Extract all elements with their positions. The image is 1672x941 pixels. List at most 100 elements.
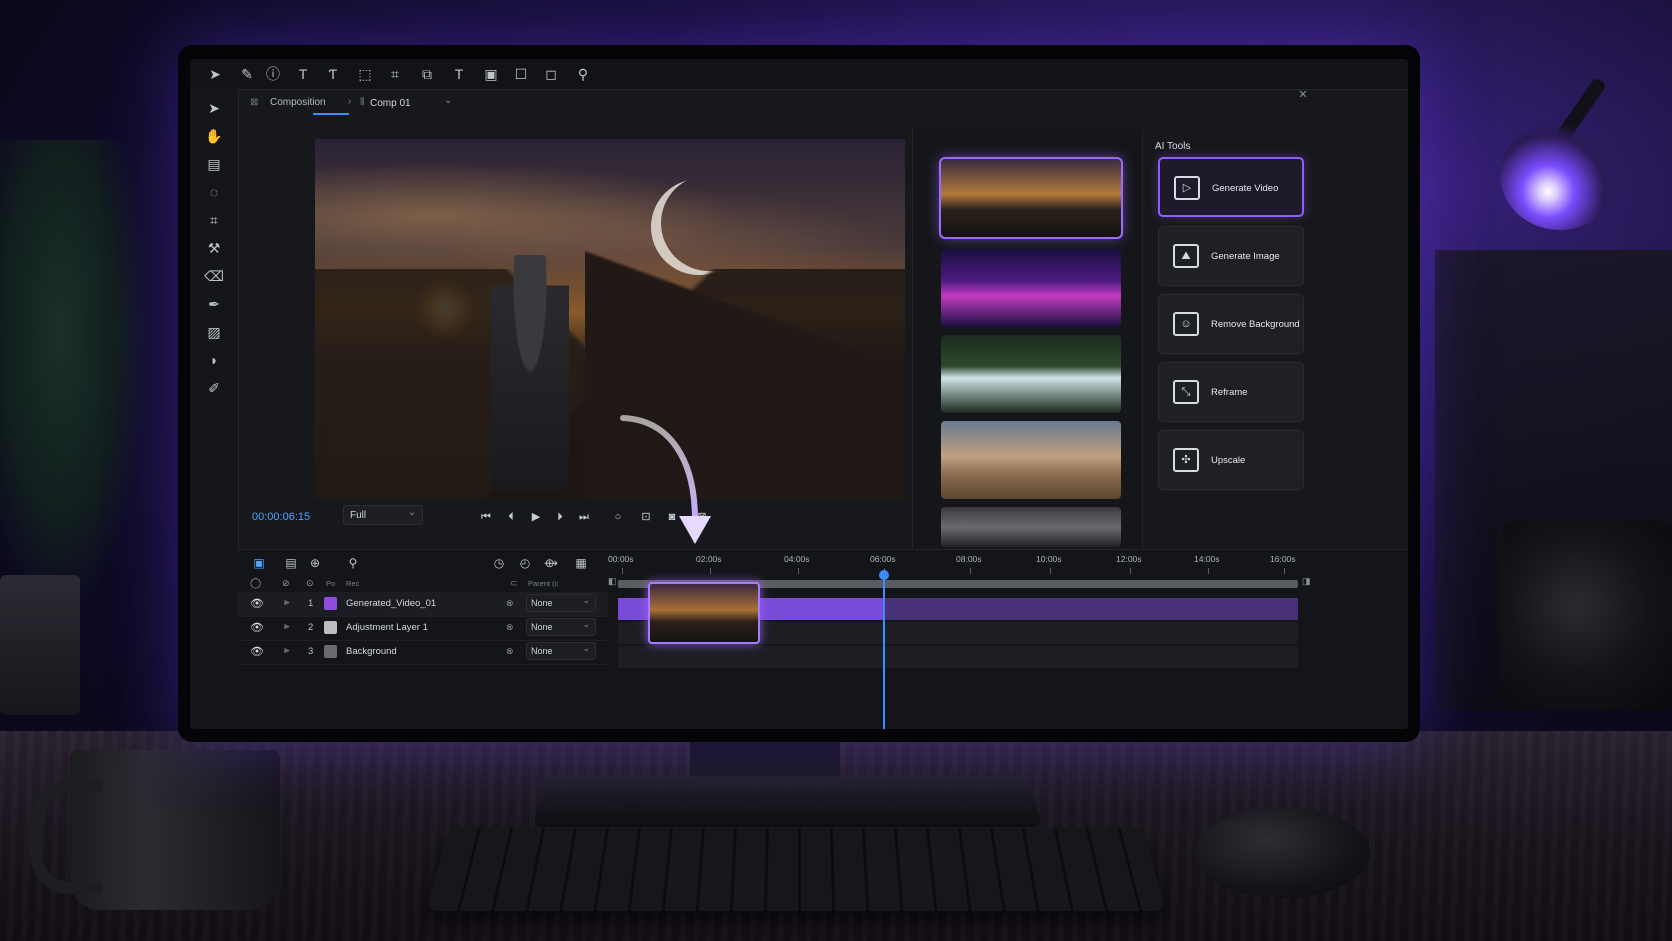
expand-icon[interactable]: ⪢ [284, 621, 289, 632]
play-icon[interactable]: ▶ [528, 509, 544, 525]
text-path-icon[interactable]: Ƭ [324, 65, 342, 83]
pick-whip-icon[interactable]: ⊗ [506, 646, 514, 657]
timecode[interactable]: 00:00:06:15 [252, 511, 310, 523]
hand-icon[interactable]: ✋ [205, 127, 223, 145]
crop-tool-icon[interactable]: ⌗ [205, 211, 223, 229]
generate-image-button[interactable]: ⛰ Generate Image [1158, 226, 1304, 286]
media-thumbnails [912, 129, 1143, 549]
stopwatch-icon[interactable]: ◷ [490, 554, 508, 572]
label-header-icon: ⊙ [306, 578, 314, 588]
quality-select[interactable]: Full [343, 503, 423, 525]
video-play-icon: ▷ [1174, 176, 1200, 200]
transform-icon[interactable]: ⧉ [418, 65, 436, 83]
skip-start-icon[interactable]: ⏮ [478, 509, 494, 525]
parent-select[interactable]: None [526, 640, 596, 660]
preview-viewer[interactable] [315, 139, 905, 499]
layer-name[interactable]: Adjustment Layer 1 [346, 622, 428, 633]
work-area-end-icon[interactable]: ◨ [1302, 576, 1311, 587]
timeline-tracks[interactable]: ◧ ◨ [608, 570, 1408, 729]
pen-icon[interactable]: ✎ [238, 65, 256, 83]
reframe-icon: ⤡ [1173, 380, 1199, 404]
render-queue-icon[interactable]: ▤ [282, 554, 300, 572]
generate-video-button[interactable]: ▷ Generate Video [1158, 157, 1304, 217]
ruler-tick: 12:00s [1116, 554, 1142, 574]
edit-box-icon[interactable]: ☐ [512, 65, 530, 83]
visibility-header-icon: ◯ [250, 578, 262, 589]
expand-icon[interactable]: ⪢ [284, 597, 289, 608]
pointer-icon[interactable]: ➤ [205, 99, 223, 117]
thumbnail-mountains[interactable] [941, 507, 1121, 547]
breadcrumb: ⊠ Composition › ⦀ Comp 01 ⌄ [238, 91, 1123, 115]
plant-pot [0, 575, 80, 715]
reframe-button[interactable]: ⤡ Reframe [1158, 362, 1304, 422]
calendar-icon[interactable]: ▦ [572, 554, 590, 572]
eye-icon[interactable]: 👁 [250, 621, 264, 634]
comp-settings-icon[interactable]: ▣ [250, 554, 268, 572]
zoom-in-icon[interactable]: ⊕ [306, 554, 324, 572]
info-circle-icon[interactable]: ⓘ [264, 65, 282, 83]
text-icon[interactable]: T [294, 65, 312, 83]
layer-swatch [324, 597, 337, 610]
shape-tool-icon[interactable]: ◗ [205, 351, 223, 369]
pick-whip-icon[interactable]: ⊗ [506, 622, 514, 633]
eye-icon[interactable]: 👁 [250, 645, 264, 658]
layer-row[interactable]: 👁 ⪢ 2 Adjustment Layer 1 ⊗ None [238, 616, 608, 641]
generate-image-label: Generate Image [1211, 251, 1280, 262]
expand-icon[interactable]: ⪢ [284, 645, 289, 656]
rectangle-select-icon[interactable]: ⬚ [356, 65, 374, 83]
search-icon[interactable]: ⚲ [344, 554, 362, 572]
eraser-icon[interactable]: ⌫ [204, 267, 224, 285]
thumbnail-waterfall[interactable] [941, 335, 1121, 413]
layer-name[interactable]: Background [346, 646, 397, 657]
ruler-tick: 00:00s [608, 554, 634, 574]
motion-blur-icon[interactable]: ⟴ [542, 554, 560, 572]
layer-swatch [324, 645, 337, 658]
puppet-pin-icon[interactable]: ⚲ [574, 65, 592, 83]
remove-background-button[interactable]: ☺ Remove Background [1158, 294, 1304, 354]
layer-row[interactable]: 👁 ⪢ 1 Generated_Video_01 ⊗ None [238, 592, 608, 617]
crop-icon[interactable]: ⌗ [386, 65, 404, 83]
layer-name[interactable]: Generated_Video_01 [346, 598, 436, 609]
shape-icon[interactable]: ◻ [542, 65, 560, 83]
upscale-label: Upscale [1211, 455, 1246, 466]
eye-icon[interactable]: 👁 [250, 597, 264, 610]
selection-arrow-icon[interactable]: ➤ [206, 65, 224, 83]
eyedropper-icon[interactable]: ✐ [205, 379, 223, 397]
breadcrumb-current[interactable]: Comp 01 [370, 98, 411, 109]
playhead[interactable] [879, 570, 889, 729]
pen-tool-icon[interactable]: ✒ [205, 295, 223, 313]
stamp-icon[interactable]: ▨ [205, 323, 223, 341]
chevron-down-icon[interactable]: ⌄ [444, 95, 452, 106]
lasso-icon[interactable]: ◌ [205, 183, 223, 201]
coffee-mug [30, 750, 280, 910]
breadcrumb-root[interactable]: Composition [270, 97, 326, 108]
type-tool-icon[interactable]: T [450, 65, 468, 83]
parent-select[interactable]: None [526, 616, 596, 636]
skip-end-icon[interactable]: ⏭ [576, 509, 592, 525]
close-icon[interactable]: ✕ [1294, 85, 1312, 103]
thumbnail-astronaut-desert[interactable] [941, 421, 1121, 499]
step-back-icon[interactable]: ⏴ [503, 509, 519, 525]
track-background[interactable] [618, 646, 1298, 668]
mask-icon[interactable]: ▣ [482, 65, 500, 83]
layer-row[interactable]: 👁 ⪢ 3 Background ⊗ None [238, 640, 608, 665]
thumbnail-neon-city[interactable] [941, 249, 1121, 327]
brush-icon[interactable]: ⚒ [205, 239, 223, 257]
person-cutout-icon: ☺ [1173, 312, 1199, 336]
clock-icon[interactable]: ◴ [516, 554, 534, 572]
parent-header: Parent (c [528, 579, 559, 588]
pick-whip-icon[interactable]: ⊗ [506, 598, 514, 609]
step-forward-icon[interactable]: ⏵ [552, 509, 568, 525]
time-ruler[interactable]: 00:00s 02:00s 04:00s 06:00s 08:00s 10:00… [608, 550, 1408, 576]
left-toolbar: ➤ ✋ ▤ ◌ ⌗ ⚒ ⌫ ✒ ▨ ◗ ✐ [190, 89, 239, 729]
upscale-button[interactable]: ✣ Upscale [1158, 430, 1304, 490]
ruler-tick: 08:00s [956, 554, 982, 574]
thumbnail-astronaut-sunset[interactable] [939, 157, 1123, 239]
layer-index: 2 [308, 622, 314, 633]
ai-tools-title: AI Tools [1155, 141, 1191, 152]
ruler-tick: 14:00s [1194, 554, 1220, 574]
layer-edit-icon[interactable]: ▤ [205, 155, 223, 173]
parent-select[interactable]: None [526, 592, 596, 612]
work-area-start-icon[interactable]: ◧ [608, 576, 617, 587]
video-clip-thumbnail[interactable] [648, 582, 760, 644]
